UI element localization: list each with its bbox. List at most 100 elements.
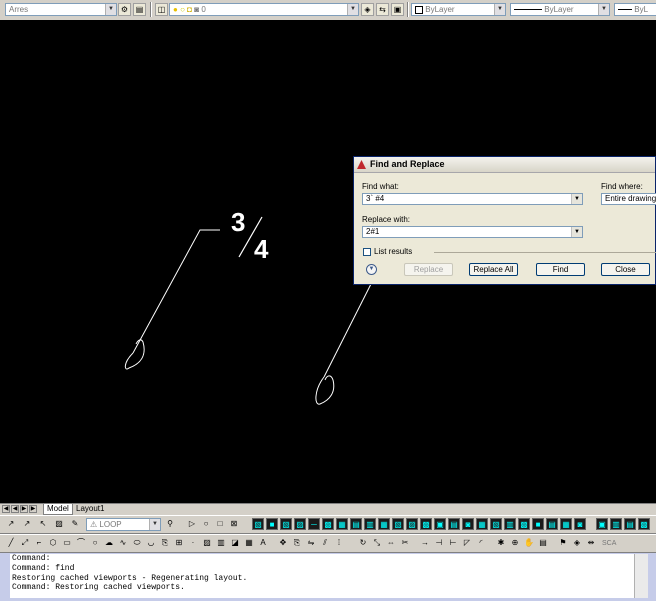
rotate-icon[interactable]: ↻ [357,537,369,549]
dialog-title-bar[interactable]: Find and Replace [354,157,655,173]
replace-button[interactable]: Replace [404,263,453,276]
circle-icon[interactable]: ○ [200,518,212,530]
chevron-down-icon[interactable]: ▼ [494,4,505,15]
block-icon[interactable]: ■ [532,518,544,530]
command-scrollbar[interactable] [634,554,648,598]
array-icon[interactable]: ⁞ [333,537,345,549]
block-icon[interactable]: ▦ [378,518,390,530]
block-icon[interactable]: ▣ [434,518,446,530]
chevron-down-icon[interactable]: ▼ [149,519,160,530]
point-icon[interactable]: · [187,537,199,549]
lineweight-combo[interactable]: ByL [614,3,656,16]
extend-icon[interactable]: → [419,537,431,549]
text-style-manager-icon[interactable]: ▤ [133,3,146,16]
move-icon[interactable]: ✥ [277,537,289,549]
hatch-pattern-icon[interactable]: ▧ [252,518,264,530]
find-button[interactable]: Find [536,263,585,276]
polyline-icon[interactable]: ↗ [5,518,17,530]
leader-icon[interactable]: ↗ [21,518,33,530]
block-icon[interactable]: ▤ [448,518,460,530]
trim-icon[interactable]: ✂ [399,537,411,549]
next-tab-icon[interactable]: ▶ [20,505,28,513]
region-icon[interactable]: ◪ [229,537,241,549]
color-combo[interactable]: ByLayer ▼ [411,3,506,16]
block-icon[interactable]: ▤ [350,518,362,530]
first-tab-icon[interactable]: ◀ [2,505,10,513]
qleader-icon[interactable]: ↖ [37,518,49,530]
hatch-icon[interactable]: ▨ [53,518,65,530]
mtext-icon[interactable]: A [257,537,269,549]
polyline-icon[interactable]: ⌐ [33,537,45,549]
line-icon[interactable]: ╱ [5,537,17,549]
copy-icon[interactable]: ⎘ [291,537,303,549]
mirror-icon[interactable]: ⇋ [305,537,317,549]
make-current-layer-icon[interactable]: ◈ [361,3,374,16]
gradient-icon[interactable]: ▥ [215,537,227,549]
block-icon[interactable]: ▩ [518,518,530,530]
block-icon[interactable]: ◙ [462,518,474,530]
last-tab-icon[interactable]: ▶ [29,505,37,513]
fillet-icon[interactable]: ◜ [475,537,487,549]
chevron-down-icon[interactable]: ▼ [105,4,116,15]
join-icon[interactable]: ⊢ [447,537,459,549]
circle-icon[interactable]: ○ [89,537,101,549]
dimension-icon[interactable]: ⊠ [228,518,240,530]
block-icon[interactable]: ▧ [490,518,502,530]
block-icon[interactable]: ▥ [610,518,622,530]
block-icon[interactable]: ▩ [420,518,432,530]
gear-icon[interactable]: ⚙ [118,3,131,16]
zoom-icon[interactable]: ⊕ [509,537,521,549]
square-icon[interactable]: □ [214,518,226,530]
chevron-down-icon[interactable]: ▼ [571,194,582,204]
stretch-icon[interactable]: ⇔ [385,537,397,549]
block-icon[interactable]: ▧ [392,518,404,530]
dimension-icon[interactable]: ⇹ [585,537,597,549]
chevron-down-icon[interactable]: ▼ [571,227,582,237]
layer-icon[interactable]: ◈ [571,537,583,549]
hatch-icon[interactable]: ▨ [201,537,213,549]
polygon-icon[interactable]: ⬡ [47,537,59,549]
ellipse-arc-icon[interactable]: ◡ [145,537,157,549]
find-where-select[interactable]: Entire drawing [601,193,656,205]
line-icon[interactable]: ─ [308,518,320,530]
rectangle-icon[interactable]: ▭ [61,537,73,549]
hatch-pattern-icon[interactable]: ▧ [280,518,292,530]
block-icon[interactable]: ▩ [322,518,334,530]
offset-icon[interactable]: ⫽ [319,537,331,549]
linetype-combo[interactable]: ByLayer ▼ [510,3,610,16]
hatch-pattern-icon[interactable]: ▨ [294,518,306,530]
ellipse-icon[interactable]: ⬭ [131,537,143,549]
tab-model[interactable]: Model [43,504,73,515]
chevron-down-icon[interactable]: ▼ [347,4,358,15]
close-button[interactable]: Close [601,263,650,276]
block-icon[interactable]: ▩ [638,518,650,530]
insert-block-icon[interactable]: ⎘ [159,537,171,549]
layer-manager-icon[interactable]: ◫ [155,3,168,16]
loop-combo[interactable]: ⚠ LOOP ▼ [86,518,161,531]
replace-all-button[interactable]: Replace All [469,263,518,276]
explode-icon[interactable]: ✱ [495,537,507,549]
chevron-down-icon[interactable]: ▼ [598,4,609,15]
layer-previous-icon[interactable]: ⇆ [376,3,389,16]
block-icon[interactable]: ▨ [406,518,418,530]
make-block-icon[interactable]: ⊞ [173,537,185,549]
properties-icon[interactable]: ▤ [537,537,549,549]
tab-layout1[interactable]: Layout1 [73,504,107,514]
previous-tab-icon[interactable]: ◀ [11,505,19,513]
revcloud-icon[interactable]: ☁ [103,537,115,549]
layer-states-icon[interactable]: ▣ [391,3,404,16]
block-icon[interactable]: ▤ [624,518,636,530]
play-icon[interactable]: ▷ [186,518,198,530]
table-icon[interactable]: ▦ [243,537,255,549]
block-icon[interactable]: ▥ [364,518,376,530]
find-what-input[interactable]: 3` #4 ▼ [362,193,583,205]
break-icon[interactable]: ⊣ [433,537,445,549]
block-icon[interactable]: ▥ [504,518,516,530]
block-icon[interactable]: ▦ [560,518,572,530]
expand-options-icon[interactable]: ▼ [366,264,377,275]
list-results-checkbox[interactable] [363,248,371,256]
block-icon[interactable]: ▦ [336,518,348,530]
block-icon[interactable]: ▤ [546,518,558,530]
block-icon[interactable]: ◙ [574,518,586,530]
command-history[interactable]: Command: Command: find Restoring cached vi… [10,554,636,598]
